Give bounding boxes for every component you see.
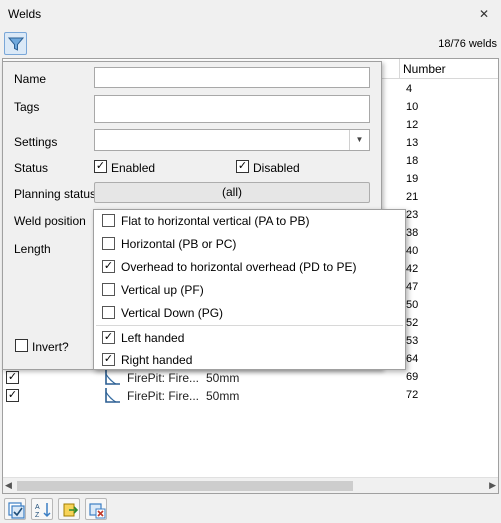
enabled-label: Enabled — [111, 161, 156, 175]
menu-item-pb-or-pc[interactable]: Horizontal (PB or PC) — [94, 233, 405, 255]
name-input[interactable] — [94, 67, 370, 88]
weld-type-icon — [105, 388, 120, 403]
filter-button[interactable] — [4, 32, 27, 55]
menu-item-label: Vertical up (PF) — [121, 283, 204, 297]
disabled-label: Disabled — [253, 161, 300, 175]
scroll-right-icon[interactable]: ▶ — [489, 480, 496, 491]
horizontal-scrollbar[interactable]: ◀ ▶ — [3, 477, 498, 493]
menu-item-checkbox[interactable] — [102, 283, 115, 296]
planning-status-label: Planning status — [14, 187, 97, 201]
title-bar: Welds ✕ — [0, 0, 501, 30]
weld-count: 18/76 welds — [438, 38, 497, 50]
export-icon — [63, 503, 79, 517]
scroll-thumb[interactable] — [17, 481, 353, 491]
column-separator — [399, 59, 400, 79]
row-length: 50mm — [206, 389, 240, 403]
sort-az-icon: A Z — [35, 503, 51, 519]
length-label: Length — [14, 242, 51, 256]
menu-item-checkbox[interactable]: ✓ — [102, 260, 115, 273]
select-all-icon — [8, 502, 25, 519]
menu-item-checkbox[interactable]: ✓ — [102, 331, 115, 344]
menu-item-checkbox[interactable]: ✓ — [102, 353, 115, 366]
export-button[interactable] — [58, 498, 80, 520]
svg-text:A: A — [35, 504, 40, 511]
menu-divider — [96, 325, 403, 326]
menu-item-pg[interactable]: Vertical Down (PG) — [94, 302, 405, 324]
remove-icon — [89, 503, 106, 519]
bottom-toolbar: A Z — [0, 496, 501, 523]
row-name: FirePit: Fire... — [127, 371, 200, 385]
weld-position-label: Weld position — [14, 214, 86, 228]
svg-text:Z: Z — [35, 512, 40, 519]
menu-item-pa-to-pb[interactable]: Flat to horizontal vertical (PA to PB) — [94, 210, 405, 232]
menu-item-label: Overhead to horizontal overhead (PD to P… — [121, 260, 357, 274]
menu-item-label: Flat to horizontal vertical (PA to PB) — [121, 214, 310, 228]
invert-checkbox[interactable] — [15, 339, 28, 352]
number-cell: 69 — [406, 371, 419, 383]
menu-item-right-handed[interactable]: ✓ Right handed — [94, 349, 405, 371]
number-cell: 72 — [406, 389, 419, 401]
number-cell: 38 — [406, 227, 419, 239]
number-cell: 18 — [406, 155, 419, 167]
menu-item-label: Right handed — [121, 353, 193, 367]
number-cell: 64 — [406, 353, 419, 365]
number-cell: 13 — [406, 137, 419, 149]
weld-type-icon — [105, 370, 120, 385]
number-cell: 52 — [406, 317, 419, 329]
row-name: FirePit: Fire... — [127, 389, 200, 403]
chevron-down-icon[interactable]: ▼ — [349, 130, 369, 150]
number-cell: 4 — [406, 83, 413, 95]
number-cell: 12 — [406, 119, 419, 131]
number-cell: 21 — [406, 191, 419, 203]
menu-item-checkbox[interactable] — [102, 214, 115, 227]
row-checkbox[interactable]: ✓ — [6, 389, 19, 402]
menu-item-label: Left handed — [121, 331, 185, 345]
invert-label: Invert? — [32, 340, 69, 354]
sort-button[interactable]: A Z — [31, 498, 53, 520]
menu-item-checkbox[interactable] — [102, 306, 115, 319]
number-cell: 47 — [406, 281, 419, 293]
settings-combo[interactable]: ▼ — [94, 129, 370, 151]
remove-button[interactable] — [85, 498, 107, 520]
menu-item-pf[interactable]: Vertical up (PF) — [94, 279, 405, 301]
menu-item-pd-to-pe[interactable]: ✓ Overhead to horizontal overhead (PD to… — [94, 256, 405, 278]
disabled-checkbox[interactable]: ✓ — [236, 160, 249, 173]
row-length: 50mm — [206, 371, 240, 385]
number-cell: 19 — [406, 173, 419, 185]
weld-position-menu: Flat to horizontal vertical (PA to PB) H… — [93, 209, 406, 370]
filter-icon — [8, 37, 24, 51]
menu-item-label: Horizontal (PB or PC) — [121, 237, 237, 251]
number-cell: 53 — [406, 335, 419, 347]
number-cell: 40 — [406, 245, 419, 257]
close-icon[interactable]: ✕ — [475, 5, 493, 23]
scroll-left-icon[interactable]: ◀ — [5, 480, 12, 491]
settings-label: Settings — [14, 135, 58, 149]
number-column-header[interactable]: Number — [403, 62, 446, 76]
menu-item-label: Vertical Down (PG) — [121, 306, 224, 320]
number-cell: 50 — [406, 299, 419, 311]
select-all-button[interactable] — [4, 498, 26, 520]
row-checkbox[interactable]: ✓ — [6, 371, 19, 384]
status-label: Status — [14, 161, 49, 175]
menu-item-checkbox[interactable] — [102, 237, 115, 250]
enabled-checkbox[interactable]: ✓ — [94, 160, 107, 173]
menu-item-left-handed[interactable]: ✓ Left handed — [94, 327, 405, 349]
number-cell: 23 — [406, 209, 419, 221]
top-toolbar: 18/76 welds — [0, 30, 501, 58]
planning-status-button[interactable]: (all) — [94, 182, 370, 203]
tags-label: Tags — [14, 100, 40, 114]
number-cell: 42 — [406, 263, 419, 275]
name-label: Name — [14, 72, 47, 86]
number-cell: 10 — [406, 101, 419, 113]
tags-input[interactable] — [94, 95, 370, 123]
window-title: Welds — [8, 7, 42, 21]
